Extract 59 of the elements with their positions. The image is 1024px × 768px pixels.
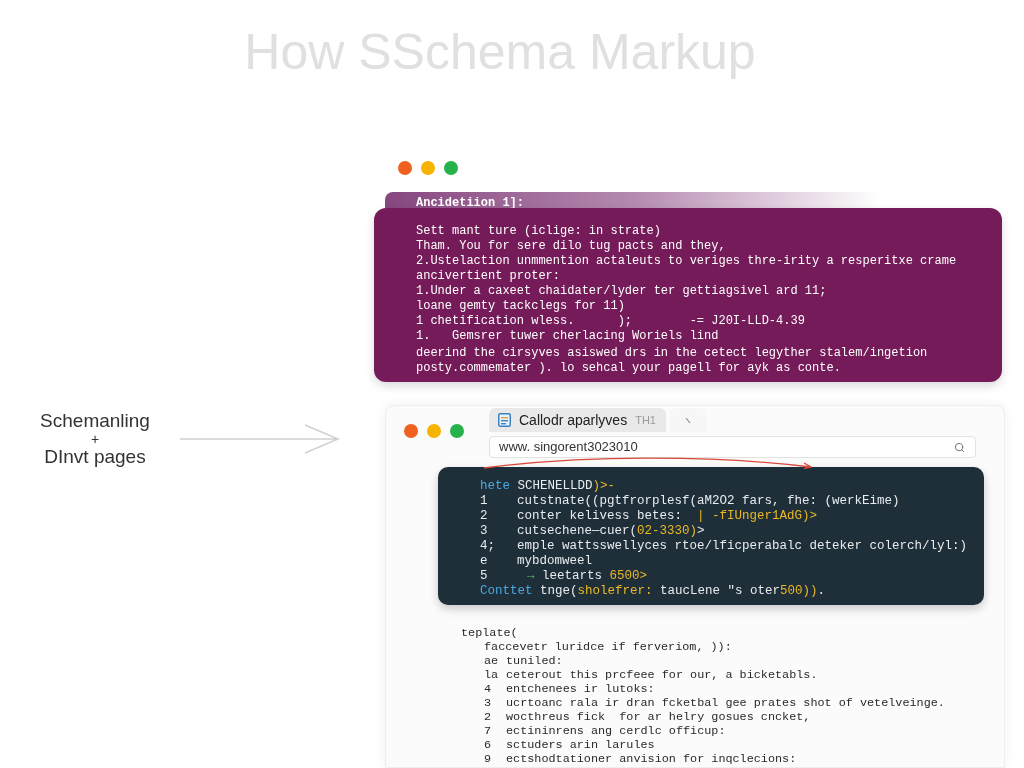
line-number: 2 — [480, 509, 489, 524]
window-control-icon[interactable] — [421, 161, 435, 175]
curved-arrow-icon — [483, 455, 814, 469]
code-line: entchenees ir lutoks: — [506, 682, 655, 696]
window-control-icon[interactable] — [398, 161, 412, 175]
text-line: ancivertient proter: — [416, 269, 561, 284]
window-control-icon[interactable] — [427, 424, 441, 438]
text-line: Sett mant ture (iclige: in strate) — [416, 224, 661, 239]
flow-label: Schemanling — [40, 410, 150, 432]
line-number: 7 — [484, 724, 493, 738]
search-icon[interactable] — [954, 441, 965, 453]
line-number: 2 — [484, 710, 493, 724]
code-line: emple wattsswellyces rtoe/lficperabalc deteker colerch/lyl:) — [517, 539, 968, 554]
text-line: loane gemty tackclegs for 11) — [416, 299, 625, 314]
code-line: cutsechene—cuer(02-3330)> — [517, 524, 705, 539]
code-line: tuniled: — [506, 654, 563, 668]
line-number: 5 — [480, 569, 489, 584]
address-bar[interactable]: www. singorent3023010 — [489, 436, 976, 458]
flow-label: DInvt pages — [44, 446, 146, 468]
text-line: 1.Under a caxeet chaidater/lyder ter gettiagsivel ard 11; — [416, 284, 827, 299]
flow-label: + — [90, 432, 100, 446]
line-number: 3 — [484, 696, 493, 710]
line-number: 3 — [480, 524, 489, 539]
code-line: teplate( — [461, 626, 518, 640]
code-line: wocthreus fick for ar helry gosues cncket, — [506, 710, 811, 724]
line-number: 9 — [484, 752, 493, 766]
code-line: mybdomweel — [517, 554, 592, 569]
window-control-icon[interactable] — [444, 161, 458, 175]
browser-tab[interactable]: Callodr aparlyves TH1 — [489, 408, 666, 432]
code-line: ectininrens ang cerdlc officup: — [506, 724, 726, 738]
line-number: 4; — [480, 539, 496, 554]
window-control-icon[interactable] — [404, 424, 418, 438]
tab-hint: TH1 — [635, 412, 656, 428]
line-number: la — [484, 668, 500, 682]
text-line: 1. Gemsrer tuwer cherlacing Woriels lind — [416, 329, 719, 344]
code-line: sctuders arin larules — [506, 738, 655, 752]
line-number: e — [480, 554, 489, 569]
code-line: ectshodtationer anvision for inqclecions: — [506, 752, 797, 766]
code-line: faccevetr luridce if ferveriom, )): — [484, 640, 732, 654]
code-line: conter kelivess betes: | -fIUnger1AdG)> — [517, 509, 818, 524]
right-arrow-icon — [180, 423, 340, 455]
code-line: Conttet tnge(sholefrer: taucLene "s oter500)). — [480, 584, 826, 599]
line-number: 1 — [480, 494, 489, 509]
text-line: 2.Ustelaction unmmention actaleuts to veriges thre-irity a resperitxe crame — [416, 254, 957, 269]
text-line: 1 chetification wless. ); -= J20I-LLD-4.39 — [416, 314, 805, 329]
text-line: Tham. You for sere dilo tug pacts and they, — [416, 239, 726, 254]
code-line: → leetarts 6500> — [526, 569, 648, 584]
code-line: hete SCHENELLDD)>- — [480, 479, 616, 494]
code-line: ceterout this prcfeee for our, a bicketabls. — [506, 668, 818, 682]
text-line: posty.commemater ). lo sehcal your pagell for ayk as conte. — [416, 361, 841, 376]
code-line: cutstnate((pgtfrorplesf(aM2O2 fars, fhe: (werkEime) — [517, 494, 900, 509]
line-number: 6 — [484, 738, 493, 752]
slash-icon — [685, 416, 692, 424]
window-control-icon[interactable] — [450, 424, 464, 438]
document-icon — [498, 413, 511, 427]
code-line: ucrtoanc rala ir dran fcketbal gee prates shot of vetelveinge. — [506, 696, 945, 710]
line-number: 4 — [484, 682, 493, 696]
line-number: ae — [484, 654, 500, 668]
text-line: deerind the cirsyves asiswed drs in the cetect legyther stalem/ingetion — [416, 346, 928, 361]
